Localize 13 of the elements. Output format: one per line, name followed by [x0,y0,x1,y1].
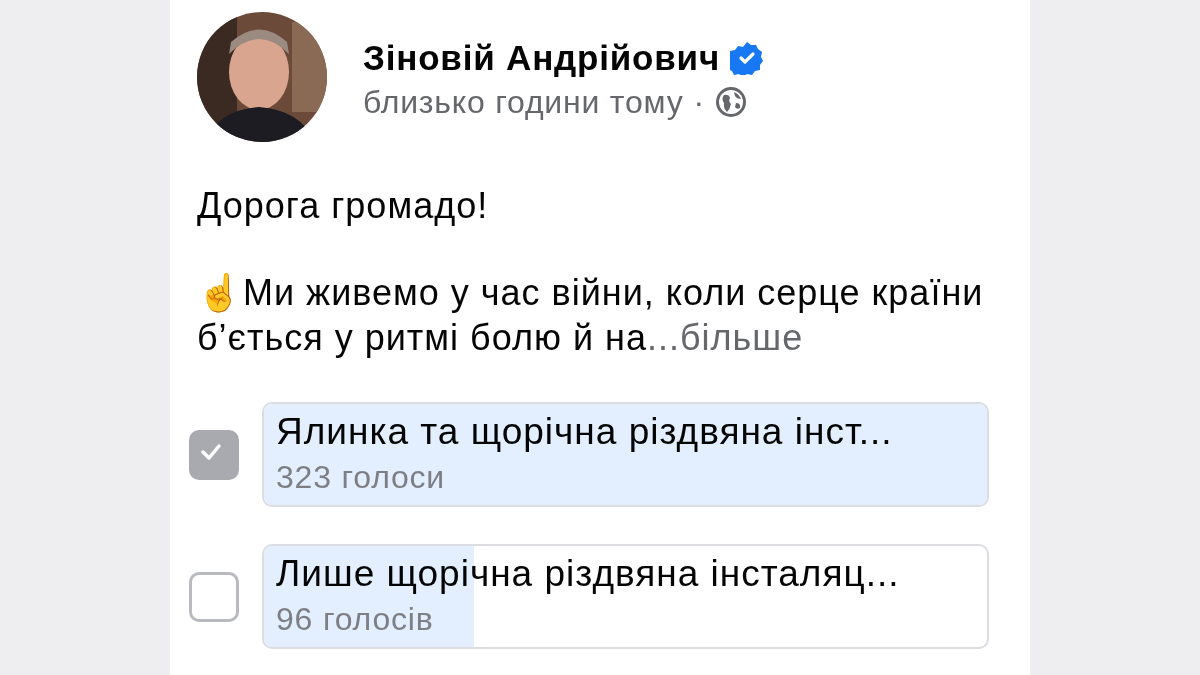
vote-count: 96 голосів [276,600,435,638]
poll-option[interactable]: Лише щорічна різдвяна інсталяц... 96 голосів [262,544,989,649]
greeting-text: Дорога громадо! [197,185,490,226]
author-name[interactable]: Зіновій Андрійович [363,37,721,78]
globe-icon [715,86,747,118]
see-more-link[interactable]: ...більше [646,317,804,358]
checkbox[interactable] [189,571,239,622]
post-text: ☝Ми живемо у час війни, коли серце країни б’ється у ритмі болю й на...більше [197,271,985,360]
post-time[interactable]: близько години тому [363,83,684,121]
vote-count: 323 голоси [276,458,447,496]
checkbox[interactable] [189,429,239,480]
separator: · [693,83,705,121]
poll-option[interactable]: Ялинка та щорічна різдвяна інст... 323 голоси [262,402,989,507]
